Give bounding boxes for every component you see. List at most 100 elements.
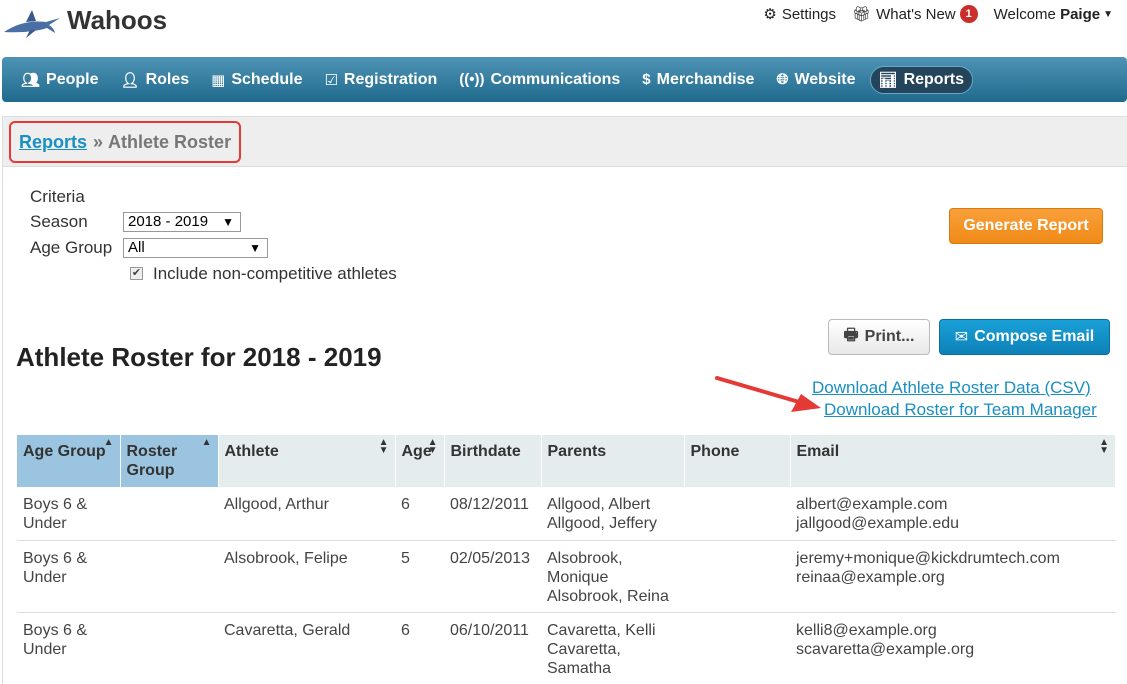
column-label: Roster Group	[126, 443, 178, 479]
column-label: Phone	[690, 443, 740, 460]
marlin-logo-icon[interactable]	[2, 6, 62, 40]
cell-parents: Cavaretta, Kelli Cavaretta, Samatha	[541, 612, 684, 684]
email-address: kelli8@example.org	[796, 621, 937, 639]
nav-item-reports[interactable]: 📊︎ Reports	[869, 65, 974, 94]
compose-email-button[interactable]: ✉ Compose Email	[939, 319, 1110, 355]
nav-item-registration[interactable]: ☑ Registration	[316, 67, 445, 93]
criteria-heading: Criteria	[30, 187, 85, 206]
email-address: jallgood@example.edu	[796, 515, 960, 532]
sort-icon: ▲ ▼	[1099, 437, 1109, 456]
cell-age: 5	[395, 540, 444, 613]
nav-item-communications[interactable]: ((•)) Communications	[451, 67, 628, 93]
print-label: Print...	[864, 328, 915, 345]
table-row: Boys 6 & Under Allgood, Arthur 6 08/12/2…	[17, 487, 1116, 541]
season-select[interactable]: 2018 - 2019 ▼	[123, 212, 241, 232]
gear-icon: ⚙	[763, 6, 777, 23]
caret-down-icon: ▼	[222, 215, 234, 229]
download-csv-link[interactable]: Download Athlete Roster Data (CSV)	[812, 378, 1091, 398]
user-menu[interactable]: Welcome Paige ▼	[994, 6, 1113, 23]
breadcrumb-reports-link[interactable]: Reports	[19, 132, 87, 153]
welcome-prefix: Welcome	[993, 5, 1056, 23]
print-button[interactable]: 🖶 Print...	[828, 319, 930, 355]
cell-athlete[interactable]: Allgood, Arthur	[218, 487, 395, 541]
parent-name: Allgood, Jeffery	[547, 515, 657, 532]
cell-parents: Allgood, Albert Allgood, Jeffery	[541, 487, 684, 541]
include-noncompetitive-checkbox[interactable]: ✔	[130, 267, 143, 280]
parent-name: Allgood, Albert	[547, 496, 651, 513]
cell-email: jeremy+monique@kickdrumtech.com reinaa@e…	[790, 540, 1116, 613]
email-address: albert@example.com	[796, 496, 948, 513]
nav-item-website[interactable]: 🌐︎ Website	[768, 67, 863, 93]
breadcrumb-separator: »	[93, 131, 104, 152]
table-row: Boys 6 & Under Cavaretta, Gerald 6 06/10…	[17, 612, 1116, 684]
column-header-age[interactable]: Age ▲ ▼	[395, 435, 445, 487]
column-header-age-group[interactable]: Age Group ▲	[17, 435, 121, 487]
cell-phone	[684, 487, 790, 541]
red-arrow-annotation	[715, 376, 821, 412]
cell-roster-group	[120, 612, 218, 684]
nav-item-merchandise[interactable]: $ Merchandise	[634, 67, 762, 93]
breadcrumb: Reports » Athlete Roster	[9, 121, 242, 163]
nav-item-label: Website	[794, 70, 856, 88]
cell-roster-group	[120, 487, 218, 541]
clipboard-check-icon: ☑	[324, 71, 338, 89]
column-label: Age Group	[23, 443, 106, 460]
include-noncompetitive-label: Include non-competitive athletes	[153, 264, 397, 283]
season-label: Season	[30, 212, 88, 231]
caret-down-icon: ▼	[249, 241, 261, 255]
roster-title: Athlete Roster for 2018 - 2019	[16, 342, 382, 372]
nav-item-label: Merchandise	[656, 70, 755, 88]
whats-new-link[interactable]: 🎁︎ What's New 1	[852, 5, 978, 23]
notification-badge: 1	[959, 5, 978, 23]
broadcast-icon: ((•))	[459, 71, 485, 88]
brand-name[interactable]: Wahoos	[67, 5, 167, 36]
email-address: scavaretta@example.org	[796, 640, 975, 658]
settings-link[interactable]: ⚙ Settings	[763, 5, 837, 24]
cell-birthdate: 02/05/2013	[444, 540, 541, 613]
age-group-label: Age Group	[30, 238, 113, 257]
age-group-select[interactable]: All ▼	[123, 238, 268, 258]
column-header-parents[interactable]: Parents	[541, 435, 685, 487]
main-content: Reports » Athlete Roster Criteria Season…	[2, 116, 1127, 684]
parent-name: Alsobrook, Reina	[547, 587, 669, 605]
column-header-roster-group[interactable]: Roster Group ▲	[120, 435, 219, 487]
column-label: Parents	[547, 443, 607, 460]
nav-item-label: Communications	[490, 70, 621, 88]
whats-new-label: What's New	[876, 5, 956, 23]
parent-name: Cavaretta, Samatha	[547, 640, 621, 677]
top-links: ⚙ Settings 🎁︎ What's New 1 Welcome Paige…	[747, 5, 1113, 23]
column-label: Athlete	[224, 443, 279, 460]
column-header-email[interactable]: Email ▲ ▼	[790, 435, 1116, 487]
main-nav: 👥︎ People 👤︎ Roles ▦ Schedule ☑ Registra…	[2, 57, 1127, 102]
nav-item-people[interactable]: 👥︎ People	[13, 67, 107, 93]
cell-athlete[interactable]: Alsobrook, Felipe	[218, 540, 395, 613]
email-address: reinaa@example.org	[796, 568, 945, 586]
cell-age-group: Boys 6 & Under	[17, 612, 120, 684]
generate-report-button[interactable]: Generate Report	[949, 208, 1103, 244]
price-tag-icon: $	[642, 71, 651, 88]
sort-icon: ▲ ▼	[378, 437, 389, 456]
nav-item-schedule[interactable]: ▦ Schedule	[203, 67, 310, 93]
cell-email: albert@example.com jallgood@example.edu	[790, 487, 1116, 541]
cell-age-group: Boys 6 & Under	[17, 487, 120, 541]
envelope-icon: ✉	[954, 329, 969, 346]
column-header-birthdate[interactable]: Birthdate	[444, 435, 542, 487]
download-team-manager-link[interactable]: Download Roster for Team Manager	[824, 400, 1097, 420]
column-header-athlete[interactable]: Athlete ▲ ▼	[218, 435, 396, 487]
settings-label: Settings	[781, 5, 837, 23]
cell-birthdate: 06/10/2011	[444, 612, 541, 684]
table-row: Boys 6 & Under Alsobrook, Felipe 5 02/05…	[17, 540, 1116, 613]
cell-birthdate: 08/12/2011	[444, 487, 541, 541]
column-header-phone[interactable]: Phone	[684, 435, 791, 487]
user-tie-icon: 👤︎	[120, 71, 140, 89]
cell-athlete[interactable]: Cavaretta, Gerald	[218, 612, 395, 684]
compose-email-label: Compose Email	[974, 328, 1095, 345]
user-name: Paige	[1060, 5, 1101, 23]
parent-name: Cavaretta, Kelli	[547, 621, 656, 639]
nav-item-label: Schedule	[231, 70, 303, 88]
top-bar: Wahoos ⚙ Settings 🎁︎ What's New 1 Welcom…	[0, 0, 1127, 56]
nav-item-roles[interactable]: 👤︎ Roles	[113, 67, 198, 93]
nav-item-label: Registration	[343, 70, 438, 88]
roster-table: Age Group ▲ Roster Group ▲ Athlete ▲ ▼ Ag…	[17, 435, 1116, 684]
cell-phone	[684, 612, 790, 684]
